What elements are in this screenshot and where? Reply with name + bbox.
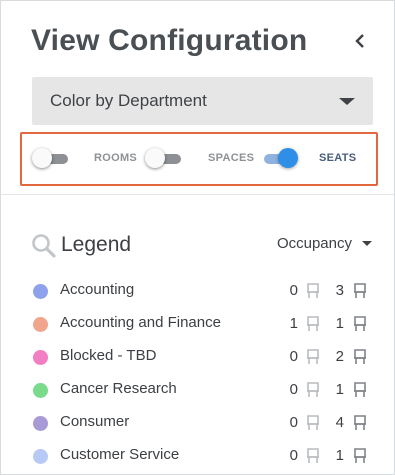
spaces-toggle-label: SPACES xyxy=(208,152,255,164)
legend-item[interactable]: Accounting 0 3 xyxy=(31,279,376,312)
legend-title: Legend xyxy=(61,233,132,256)
room-chair-icon xyxy=(306,349,320,365)
seats-toggle-label: SEATS xyxy=(319,152,357,164)
room-chair-icon xyxy=(306,316,320,332)
collapse-button[interactable] xyxy=(348,25,372,57)
room-count: 1 xyxy=(289,315,298,332)
search-icon[interactable] xyxy=(31,233,57,259)
seat-count: 1 xyxy=(335,381,344,398)
panel-header: View Configuration xyxy=(31,21,372,61)
legend-item-label: Accounting xyxy=(60,281,135,298)
seat-count: 2 xyxy=(335,348,344,365)
seat-chair-icon xyxy=(353,316,367,332)
room-chair-icon xyxy=(306,382,320,398)
legend-sort-select[interactable]: Occupancy xyxy=(277,235,372,252)
legend-color-swatch xyxy=(33,317,48,332)
view-configuration-panel: View Configuration Color by Department R… xyxy=(0,0,395,475)
seat-chair-icon xyxy=(353,283,367,299)
legend-item-label: Consumer xyxy=(60,413,130,430)
seat-chair-icon xyxy=(353,415,367,431)
legend-list: Accounting 0 3 Accounting and Finance 1 1 Bloc… xyxy=(31,279,376,475)
room-count: 0 xyxy=(289,348,298,365)
seat-count: 1 xyxy=(335,447,344,464)
room-count: 0 xyxy=(289,282,298,299)
legend-item[interactable]: Blocked - TBD 0 2 xyxy=(31,345,376,378)
legend-sort-value: Occupancy xyxy=(276,235,352,252)
seat-chair-icon xyxy=(353,349,367,365)
room-chair-icon xyxy=(306,415,320,431)
seat-count: 3 xyxy=(335,282,344,299)
seat-chair-icon xyxy=(353,382,367,398)
room-chair-icon xyxy=(306,448,320,464)
legend-header: Legend Occupancy xyxy=(31,231,372,261)
rooms-toggle[interactable] xyxy=(32,148,70,168)
legend-item[interactable]: Accounting and Finance 1 1 xyxy=(31,312,376,345)
legend-item-label: Accounting and Finance xyxy=(60,314,221,331)
legend-color-swatch xyxy=(33,416,48,431)
legend-item-label: Cancer Research xyxy=(60,380,177,397)
seat-count: 4 xyxy=(335,414,344,431)
seats-toggle[interactable] xyxy=(260,148,298,168)
legend-color-swatch xyxy=(33,449,48,464)
legend-color-swatch xyxy=(33,350,48,365)
seat-chair-icon xyxy=(353,448,367,464)
legend-item[interactable]: Customer Service 0 1 xyxy=(31,444,376,475)
caret-down-icon xyxy=(339,98,355,105)
legend-item-label: Blocked - TBD xyxy=(60,347,157,364)
caret-down-icon xyxy=(362,241,372,246)
chevron-left-icon xyxy=(355,34,364,48)
room-count: 0 xyxy=(289,414,298,431)
spaces-toggle[interactable] xyxy=(145,148,183,168)
legend-color-swatch xyxy=(33,383,48,398)
layer-toggle-bar: ROOMS SPACES SEATS xyxy=(20,132,378,186)
room-chair-icon xyxy=(306,283,320,299)
panel-title: View Configuration xyxy=(31,24,308,57)
color-by-select[interactable]: Color by Department xyxy=(32,77,373,125)
room-count: 0 xyxy=(289,447,298,464)
legend-item[interactable]: Consumer 0 4 xyxy=(31,411,376,444)
legend-color-swatch xyxy=(33,284,48,299)
section-divider xyxy=(1,194,394,195)
color-by-value: Color by Department xyxy=(50,91,207,110)
legend-item[interactable]: Cancer Research 0 1 xyxy=(31,378,376,411)
rooms-toggle-label: ROOMS xyxy=(94,152,138,164)
room-count: 0 xyxy=(289,381,298,398)
legend-item-label: Customer Service xyxy=(60,446,180,463)
seat-count: 1 xyxy=(335,315,344,332)
